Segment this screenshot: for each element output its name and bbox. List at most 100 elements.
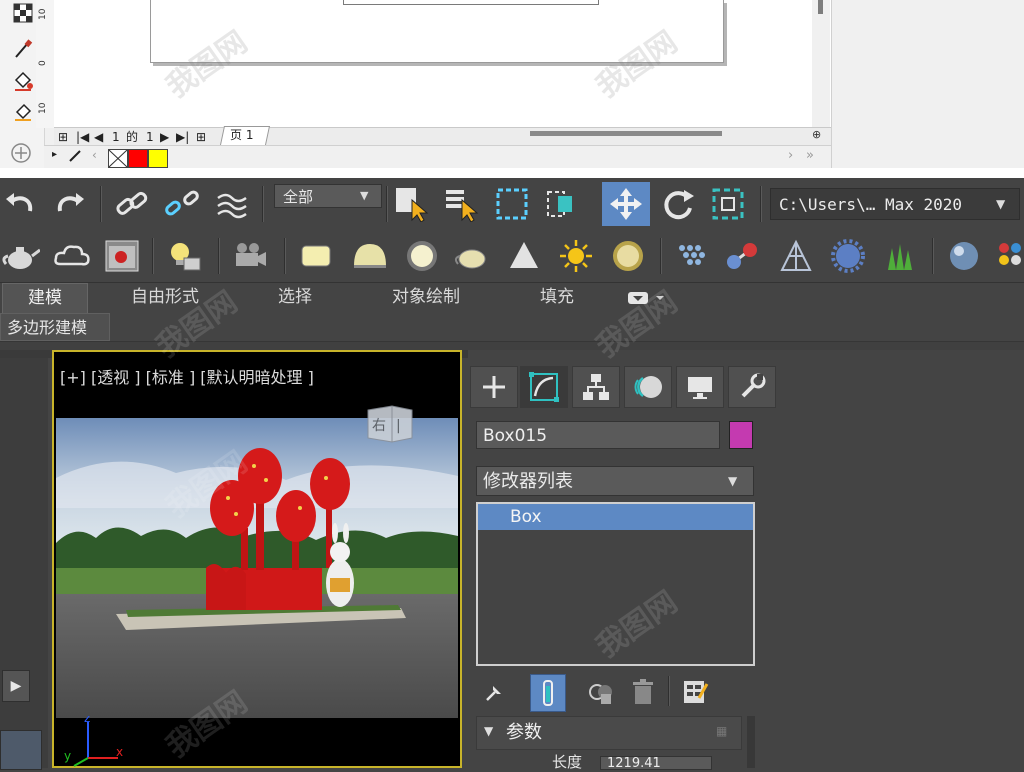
ruler-label: 10 [38,102,48,114]
teapot-icon[interactable] [0,236,40,276]
light-tool-icon[interactable] [164,236,204,276]
ruler-label: 0 [38,60,48,66]
remove-modifier-icon[interactable] [626,674,660,710]
sun-icon[interactable] [556,236,596,276]
move-icon[interactable] [602,182,650,226]
truss-icon[interactable] [776,236,816,276]
palette-expand-icon[interactable]: » [806,148,814,163]
canvas-rectangle[interactable] [343,0,599,5]
render-frame-icon[interactable] [102,236,142,276]
utilities-tab-icon[interactable] [728,366,776,408]
page-paper [150,0,724,63]
parameters-rollout-title: 参数 [506,722,542,743]
last-page-icon[interactable]: ▶| [176,128,189,146]
modify-tab-icon[interactable] [520,366,568,408]
hierarchy-tab-icon[interactable] [572,366,620,408]
select-object-icon[interactable] [392,184,432,224]
add-page-before-icon[interactable]: ⊞ [58,128,68,146]
unlink-icon[interactable] [162,184,202,224]
gear-shape-icon[interactable] [828,236,868,276]
redo-icon[interactable] [50,184,90,224]
skylight-icon[interactable] [608,236,648,276]
next-page-icon[interactable]: ▶ [160,128,169,146]
palette-scroll-left-icon[interactable]: ‹ [92,148,97,162]
viewcube[interactable]: 右 | [362,402,418,444]
configure-sets-icon[interactable] [678,674,712,710]
link-icon[interactable] [112,184,152,224]
expand-arrow-icon[interactable]: ▶ [2,670,30,702]
eyedropper-icon[interactable] [10,36,36,62]
modifier-list-dropdown[interactable]: 修改器列表 [476,466,754,496]
svg-text:|: | [396,418,401,434]
cloud-icon[interactable] [52,236,92,276]
create-tab-icon[interactable] [470,366,518,408]
camera-icon[interactable] [230,236,270,276]
scale-icon[interactable] [708,184,748,224]
object-color-swatch[interactable] [729,421,753,449]
axis-z-label: z [84,716,90,725]
add-page-after-icon[interactable]: ⊞ [196,128,206,146]
add-tool-icon[interactable] [8,140,34,166]
total-pages: 1 [146,130,154,144]
first-page-icon[interactable]: |◀ [76,128,89,146]
material-sphere-icon[interactable] [944,236,984,276]
eyedropper-small-icon[interactable] [68,147,84,167]
zoom-icon[interactable]: ⊕ [812,128,828,144]
collapse-triangle-icon[interactable]: ▼ [484,724,493,738]
display-tab-icon[interactable] [676,366,724,408]
scene-explorer-strip [0,358,48,768]
horizontal-scrollbar[interactable] [530,131,722,136]
vertical-scrollbar[interactable] [812,0,830,128]
select-by-name-icon[interactable] [442,184,482,224]
teapot-light-icon[interactable] [452,236,492,276]
palette-menu-icon[interactable]: ▸ [52,149,57,160]
rotate-icon[interactable] [658,184,698,224]
sphere-light-icon[interactable] [402,236,442,276]
tab-modeling[interactable]: 建模 [2,283,88,313]
rect-region-icon[interactable] [492,184,532,224]
ribbon-options-icon[interactable] [626,290,670,306]
molecule-icon[interactable] [722,236,762,276]
scrollbar-thumb[interactable] [818,0,823,14]
tab-object-paint[interactable]: 对象绘制 [376,283,476,312]
object-name-field[interactable]: Box015 [476,421,720,449]
motion-tab-icon[interactable] [624,366,672,408]
viewport-render [56,418,458,718]
tab-selection[interactable]: 选择 [260,283,330,312]
fill-bucket-icon[interactable] [10,68,36,94]
modifier-stack-item[interactable]: Box [478,504,753,530]
page-of-label: 的 [126,130,139,144]
chevron-down-icon[interactable]: ▼ [728,466,748,496]
pin-stack-icon[interactable] [478,674,512,710]
foliage-icon[interactable] [880,236,920,276]
page-tab-label: 页 1 [230,128,254,142]
swatch-red[interactable] [128,149,148,168]
rollout-grip-icon[interactable]: ▦ [716,724,727,738]
bind-spacewarp-icon[interactable] [212,184,252,224]
swatch-yellow[interactable] [148,149,168,168]
command-panel-scrollbar[interactable] [747,716,755,768]
material-balls-icon[interactable] [994,236,1024,276]
plane-light-icon[interactable] [296,236,336,276]
particle-icon[interactable] [672,236,712,276]
cone-icon[interactable] [504,236,544,276]
panel-polygon-modeling[interactable]: 多边形建模 [0,313,110,341]
checker-icon[interactable] [10,0,36,26]
eraser-fill-icon[interactable] [10,98,36,124]
project-path-dropdown[interactable]: C:\Users\… Max 2020 [770,188,1020,220]
window-crossing-icon[interactable] [542,184,582,224]
palette-scroll-right-icon[interactable]: › [788,148,793,163]
dome-light-icon[interactable] [350,236,390,276]
show-end-result-icon[interactable] [530,674,566,712]
layer-explorer-button[interactable] [0,730,42,770]
make-unique-icon[interactable] [584,674,618,710]
chevron-down-icon[interactable]: ▼ [360,184,380,208]
prev-page-icon[interactable]: ◀ [94,128,103,146]
ruler-label: 10 [38,8,48,20]
tab-freeform[interactable]: 自由形式 [110,283,220,312]
viewport-label[interactable]: [+] [透视 ] [标准 ] [默认明暗处理 ] [60,364,314,388]
tab-populate[interactable]: 填充 [526,283,588,312]
swatch-none[interactable] [108,149,128,168]
chevron-down-icon[interactable]: ▼ [996,188,1016,220]
undo-icon[interactable] [0,184,40,224]
